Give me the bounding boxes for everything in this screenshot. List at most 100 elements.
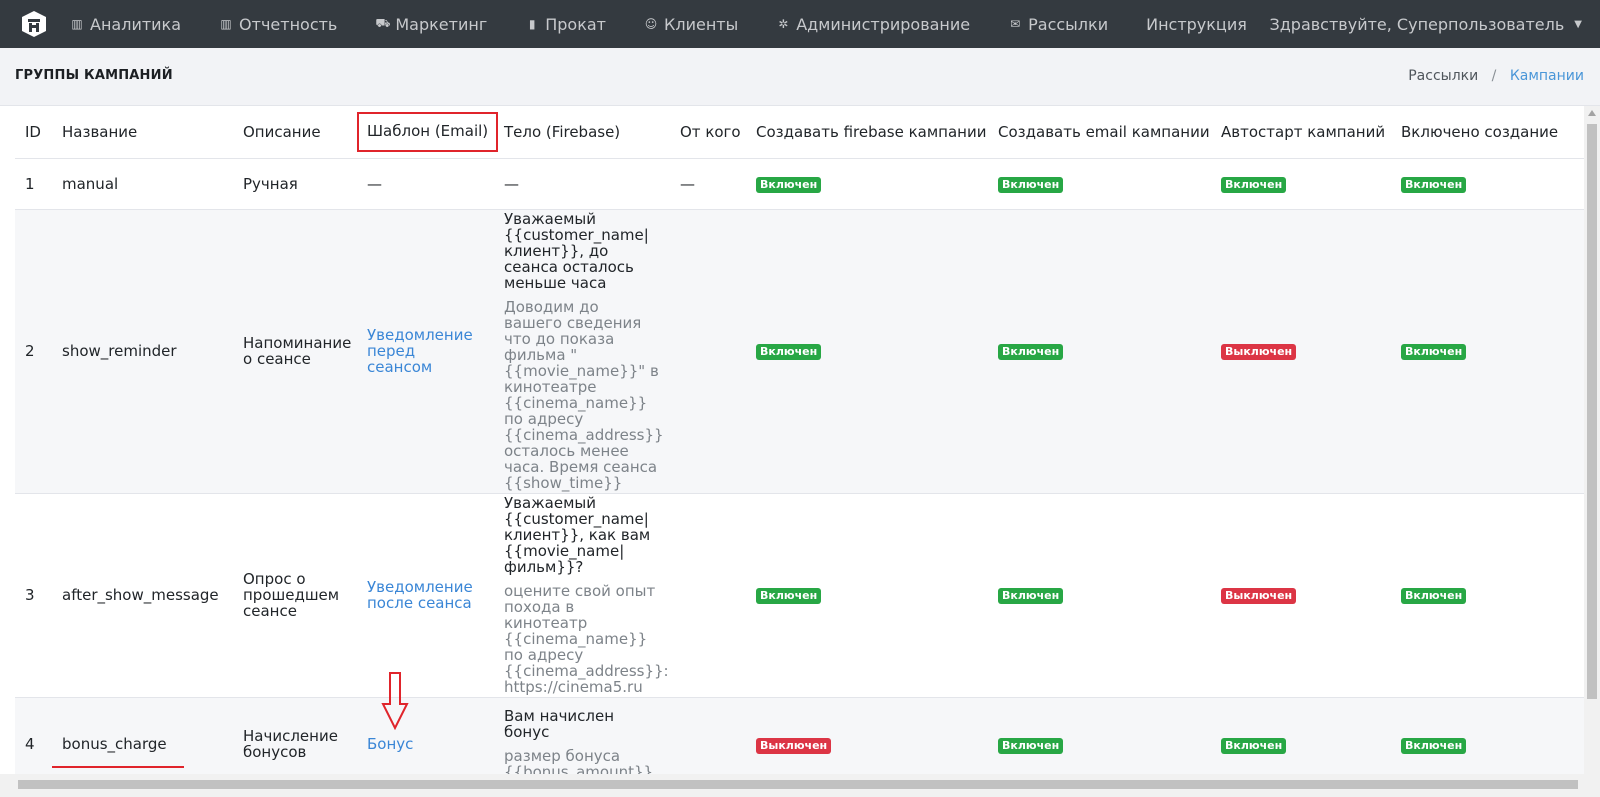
cell-email: Включен — [988, 209, 1211, 494]
cell-autostart: Включен — [1211, 697, 1391, 774]
status-badge: Включен — [1221, 737, 1287, 754]
cell-email: Включен — [988, 158, 1211, 210]
column-header-firebase[interactable]: Создавать firebase кампании — [746, 106, 988, 159]
cell-body: Уважаемый {{customer_name|клиент}}, как … — [494, 493, 670, 698]
column-header-from[interactable]: От кого — [670, 106, 746, 159]
cell-name: show_reminder — [52, 209, 233, 494]
column-header-autostart[interactable]: Автостарт кампаний — [1211, 106, 1391, 159]
horizontal-scrollbar[interactable] — [0, 774, 1600, 797]
scroll-up-icon[interactable] — [1588, 110, 1596, 116]
template-link[interactable]: Уведомление после сеанса — [367, 578, 473, 612]
body-text: размер бонуса {{bonus_amount}} истекает — [504, 746, 654, 775]
vertical-scrollbar[interactable] — [1584, 106, 1600, 774]
nav-analytics[interactable]: ▥ Аналитика — [70, 15, 181, 34]
campaign-groups-table-container: ID Название Описание Шаблон (Email) Тело… — [15, 106, 1584, 774]
nav-marketing[interactable]: ⛟ Маркетинг — [375, 15, 487, 34]
vertical-scroll-thumb[interactable] — [1587, 124, 1597, 699]
column-header-name[interactable]: Название — [52, 106, 233, 159]
caret-down-icon: ▼ — [1574, 18, 1582, 30]
breadcrumb: Рассылки / Кампании — [1408, 68, 1584, 84]
nav-clients[interactable]: ☺ Клиенты — [644, 14, 739, 34]
breadcrumb-campaigns: Кампании — [1509, 68, 1584, 84]
cell-autostart: Выключен — [1211, 493, 1391, 698]
nav-administration[interactable]: ✲ Администрирование — [776, 15, 970, 34]
nav-distribution-label: Прокат — [545, 14, 606, 34]
status-badge: Включен — [756, 344, 822, 360]
nav-clients-label: Клиенты — [663, 14, 739, 34]
status-badge: Выключен — [1221, 344, 1297, 360]
cell-id: 1 — [15, 158, 52, 210]
cell-firebase: Включен — [746, 493, 988, 698]
cell-description: Начисление бонусов — [233, 697, 357, 774]
cell-name: manual — [52, 158, 233, 210]
template-link[interactable]: Бонус — [367, 735, 413, 753]
table-row[interactable]: 2 show_reminder Напоминание о сеансе Уве… — [15, 209, 1584, 494]
app-logo[interactable] — [20, 9, 48, 39]
nav-distribution[interactable]: ▮ Прокат — [525, 15, 606, 34]
cell-template: Бонус — [357, 697, 494, 774]
cell-firebase: Включен — [746, 158, 988, 210]
cell-enabled: Включен — [1391, 158, 1584, 210]
nav-marketing-label: Маркетинг — [395, 14, 488, 34]
user-greeting: Здравствуйте, Суперпользователь — [1269, 14, 1565, 34]
status-badge: Включен — [998, 176, 1064, 193]
status-badge: Включен — [1401, 737, 1467, 754]
column-header-email[interactable]: Создавать email кампании — [988, 106, 1211, 159]
cell-email: Включен — [988, 493, 1211, 698]
cell-enabled: Включен — [1391, 697, 1584, 774]
cell-name: bonus_charge — [52, 697, 233, 774]
annotation-underline — [52, 766, 184, 768]
status-badge: Включен — [998, 588, 1064, 604]
cell-description: Опрос о прошедшем сеансе — [233, 493, 357, 698]
cell-id: 4 — [15, 697, 52, 774]
status-badge: Включен — [756, 176, 822, 193]
cell-from — [670, 697, 746, 774]
nav-analytics-label: Аналитика — [90, 14, 182, 34]
nav-reports[interactable]: ▥ Отчетность — [219, 15, 337, 34]
breadcrumb-mailings[interactable]: Рассылки — [1408, 68, 1478, 84]
cell-description: Ручная — [233, 158, 357, 210]
user-icon: ☺ — [644, 17, 658, 31]
cell-name: after_show_message — [52, 493, 233, 698]
nav-instructions[interactable]: Инструкция — [1146, 15, 1247, 34]
gears-icon: ✲ — [778, 17, 789, 31]
status-badge: Включен — [1221, 176, 1287, 193]
cell-email: Включен — [988, 697, 1211, 774]
cell-enabled: Включен — [1391, 493, 1584, 698]
template-link[interactable]: Уведомление перед сеансом — [367, 326, 473, 376]
body-title: Вам начислен бонус — [504, 706, 615, 741]
film-icon: ▮ — [528, 17, 536, 31]
cell-template: — — [357, 158, 494, 210]
cell-from: — — [670, 158, 746, 210]
column-header-template[interactable]: Шаблон (Email) — [357, 106, 499, 159]
horizontal-scroll-thumb[interactable] — [18, 780, 1578, 789]
cell-from — [670, 493, 746, 698]
status-badge: Выключен — [1221, 588, 1297, 604]
cell-autostart: Включен — [1211, 158, 1391, 210]
nav-mailings[interactable]: ✉ Рассылки — [1008, 15, 1108, 34]
cart-icon: ⛟ — [375, 16, 391, 30]
status-badge: Включен — [998, 344, 1064, 360]
cell-template: Уведомление после сеанса — [357, 493, 494, 698]
table-row[interactable]: 3 after_show_message Опрос о прошедшем с… — [15, 493, 1584, 698]
cell-body: Уважаемый {{customer_name|клиент}}, до с… — [494, 209, 670, 494]
user-menu-dropdown[interactable]: Здравствуйте, Суперпользователь ▼ — [1269, 0, 1582, 48]
column-header-description[interactable]: Описание — [233, 106, 357, 159]
status-badge: Включен — [1401, 588, 1467, 604]
body-text: оцените свой опыт похода в кинотеатр {{c… — [504, 582, 669, 696]
column-header-id[interactable]: ID — [15, 106, 52, 159]
cell-id: 3 — [15, 493, 52, 698]
column-header-enabled[interactable]: Включено создание — [1391, 106, 1584, 159]
nav-instructions-label: Инструкция — [1146, 14, 1247, 34]
table-header-row: ID Название Описание Шаблон (Email) Тело… — [15, 106, 1584, 159]
cell-firebase: Выключен — [746, 697, 988, 774]
table-row[interactable]: 4 bonus_charge Начисление бонусов Бонус … — [15, 697, 1584, 774]
nav-reports-label: Отчетность — [239, 14, 338, 34]
status-badge: Включен — [1401, 344, 1467, 360]
bar-chart-icon: ▥ — [220, 17, 232, 31]
breadcrumb-separator: / — [1491, 68, 1497, 84]
table-row[interactable]: 1 manual Ручная — — — Включен Включен Вк… — [15, 158, 1584, 210]
column-header-body[interactable]: Тело (Firebase) — [494, 106, 670, 159]
cell-body: — — [494, 158, 670, 210]
cell-from — [670, 209, 746, 494]
